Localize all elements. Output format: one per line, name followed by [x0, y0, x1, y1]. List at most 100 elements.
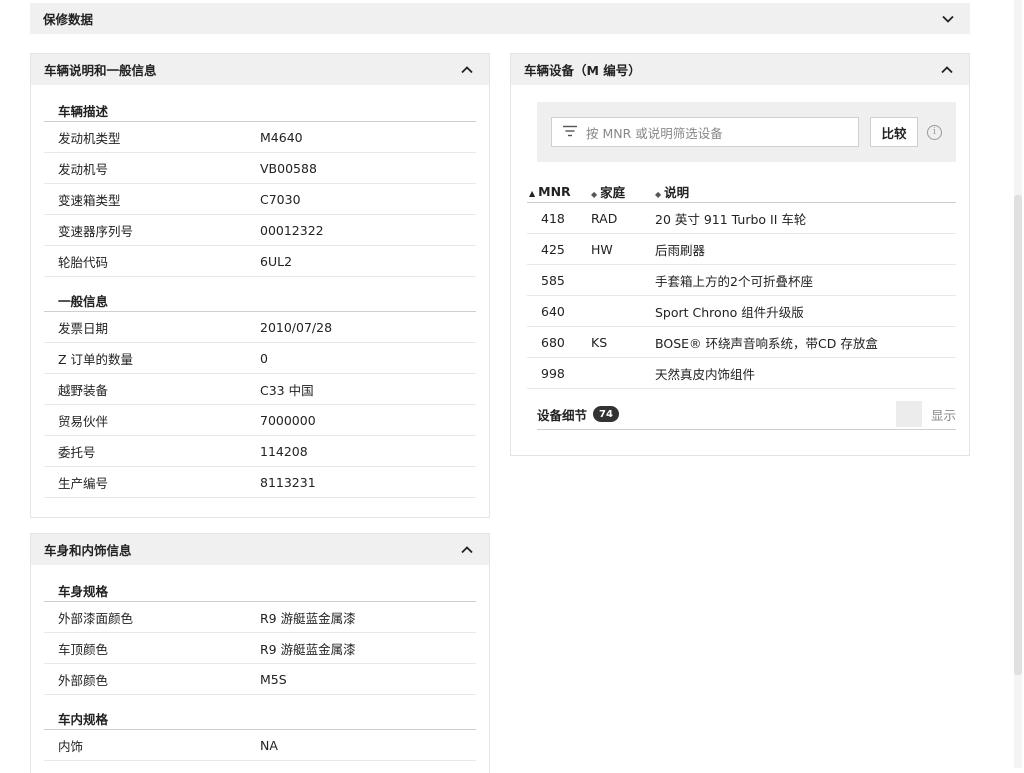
col-family-header[interactable]: ◆ 家庭: [591, 182, 655, 201]
desc-cell: BOSE® 环绕声音响系统，带CD 存放盒: [655, 335, 878, 351]
desc-cell: Sport Chrono 组件升级版: [655, 304, 804, 320]
chevron-down-icon[interactable]: [941, 12, 955, 26]
equipment-header[interactable]: 车辆设备（M 编号）: [511, 54, 969, 85]
info-row: 贸易伙伴 7000000: [44, 405, 476, 436]
body-interior-title: 车身和内饰信息: [44, 543, 132, 558]
general-info-group-title: 一般信息: [44, 289, 476, 312]
info-label: Z 订单的数量: [58, 351, 134, 367]
chevron-up-icon[interactable]: [460, 63, 474, 77]
info-row: 发动机号 VB00588: [44, 153, 476, 184]
info-label: 生产编号: [58, 475, 109, 491]
info-label: 外部颜色: [58, 672, 109, 688]
compare-button[interactable]: 比较: [870, 117, 918, 147]
equipment-filter-input[interactable]: 按 MNR 或说明筛选设备: [551, 117, 859, 147]
info-value: C33 中国: [260, 382, 314, 398]
table-row[interactable]: 680 KS BOSE® 环绕声音响系统，带CD 存放盒: [527, 327, 956, 358]
info-label: 发票日期: [58, 320, 109, 336]
info-label: 越野装备: [58, 382, 109, 398]
equipment-panel: 车辆设备（M 编号） 按 MNR 或说明筛选设备 比较 i ▲ MNR ◆ 家庭 ◆…: [510, 53, 970, 456]
family-cell: RAD: [591, 210, 618, 226]
table-row[interactable]: 998 天然真皮内饰组件: [527, 358, 956, 389]
sort-icon: ◆: [655, 189, 662, 199]
info-value: C7030: [260, 191, 301, 207]
info-label: 车顶颜色: [58, 641, 109, 657]
chevron-up-icon[interactable]: [940, 63, 954, 77]
info-label: 变速器序列号: [58, 223, 134, 239]
info-label: 发动机类型: [58, 130, 121, 146]
info-value: 8113231: [260, 474, 316, 490]
desc-cell: 手套箱上方的2个可折叠杯座: [655, 273, 813, 289]
interior-spec-title: 车内规格: [44, 707, 476, 730]
info-value: VB00588: [260, 160, 317, 176]
equipment-table: ▲ MNR ◆ 家庭 ◆ 说明 418 RAD 20 英寸 911 Turbo II 车轮…: [527, 180, 956, 389]
info-label: 委托号: [58, 444, 96, 460]
mnr-cell: 418: [541, 210, 565, 226]
info-value: 0: [260, 350, 268, 366]
general-info-header[interactable]: 车辆说明和一般信息: [31, 54, 489, 85]
general-info-title: 车辆说明和一般信息: [44, 63, 157, 78]
page-scrollbar-thumb[interactable]: [1014, 195, 1022, 675]
family-cell: KS: [591, 334, 608, 350]
info-row: 外部漆面颜色 R9 游艇蓝金属漆: [44, 602, 476, 633]
filter-placeholder: 按 MNR 或说明筛选设备: [586, 125, 723, 141]
info-value: M5S: [260, 671, 287, 687]
mnr-cell: 680: [541, 334, 565, 350]
info-row: 生产编号 8113231: [44, 467, 476, 498]
info-icon[interactable]: i: [927, 124, 942, 140]
info-row: 发动机类型 M4640: [44, 122, 476, 153]
filter-icon: [562, 125, 578, 140]
info-value: 7000000: [260, 412, 316, 428]
info-value: 2010/07/28: [260, 319, 333, 335]
warranty-panel: 保修数据: [30, 3, 970, 34]
info-value: 114208: [260, 443, 308, 459]
body-interior-header[interactable]: 车身和内饰信息: [31, 534, 489, 565]
warranty-title: 保修数据: [43, 12, 94, 27]
table-row[interactable]: 425 HW 后雨刷器: [527, 234, 956, 265]
equipment-table-header: ▲ MNR ◆ 家庭 ◆ 说明: [527, 180, 956, 203]
equipment-details-bar: 设备细节 74 显示: [537, 399, 956, 430]
family-cell: HW: [591, 241, 613, 257]
filter-bar: 按 MNR 或说明筛选设备 比较 i: [537, 102, 956, 162]
info-value: 6UL2: [260, 253, 293, 269]
info-value: NA: [260, 737, 278, 753]
show-toggle[interactable]: [895, 401, 922, 427]
info-row: 越野装备 C33 中国: [44, 374, 476, 405]
info-label: 内饰: [58, 738, 84, 754]
chevron-up-icon[interactable]: [460, 543, 474, 557]
desc-cell: 后雨刷器: [655, 242, 706, 258]
table-row[interactable]: 640 Sport Chrono 组件升级版: [527, 296, 956, 327]
desc-cell: 天然真皮内饰组件: [655, 366, 756, 382]
info-value: R9 游艇蓝金属漆: [260, 610, 356, 626]
body-spec-title: 车身规格: [44, 579, 476, 602]
desc-cell: 20 英寸 911 Turbo II 车轮: [655, 211, 807, 227]
info-row: 变速器序列号 00012322: [44, 215, 476, 246]
info-label: 轮胎代码: [58, 254, 109, 270]
equipment-title: 车辆设备（M 编号）: [524, 63, 641, 78]
warranty-header[interactable]: 保修数据: [30, 3, 970, 34]
info-row: 委托号 114208: [44, 436, 476, 467]
table-row[interactable]: 585 手套箱上方的2个可折叠杯座: [527, 265, 956, 296]
info-label: 变速箱类型: [58, 192, 121, 208]
info-row: 车顶颜色 R9 游艇蓝金属漆: [44, 633, 476, 664]
sort-icon: ▲: [529, 188, 536, 198]
info-row: 外部颜色 M5S: [44, 664, 476, 695]
show-label[interactable]: 显示: [931, 405, 956, 424]
info-label: 外部漆面颜色: [58, 610, 134, 626]
general-info-panel: 车辆说明和一般信息 车辆描述 发动机类型 M4640 发动机号 VB00588 变速箱类…: [30, 53, 490, 518]
col-desc-header[interactable]: ◆ 说明: [655, 182, 956, 201]
mnr-cell: 425: [541, 241, 565, 257]
table-row[interactable]: 418 RAD 20 英寸 911 Turbo II 车轮: [527, 203, 956, 234]
info-row: 发票日期 2010/07/28: [44, 312, 476, 343]
body-interior-panel: 车身和内饰信息 车身规格 外部漆面颜色 R9 游艇蓝金属漆 车顶颜色 R9 游艇蓝金属…: [30, 533, 490, 773]
equipment-details-label: 设备细节: [537, 407, 588, 423]
info-row: 内饰 NA: [44, 730, 476, 761]
info-label: 发动机号: [58, 161, 109, 177]
sort-icon: ◆: [591, 189, 598, 199]
mnr-cell: 998: [541, 365, 565, 381]
info-row: 轮胎代码 6UL2: [44, 246, 476, 277]
col-mnr-header[interactable]: ▲ MNR: [527, 184, 591, 199]
equipment-count-badge: 74: [593, 406, 620, 422]
info-value: 00012322: [260, 222, 324, 238]
info-row: Z 订单的数量 0: [44, 343, 476, 374]
mnr-cell: 585: [541, 272, 565, 288]
